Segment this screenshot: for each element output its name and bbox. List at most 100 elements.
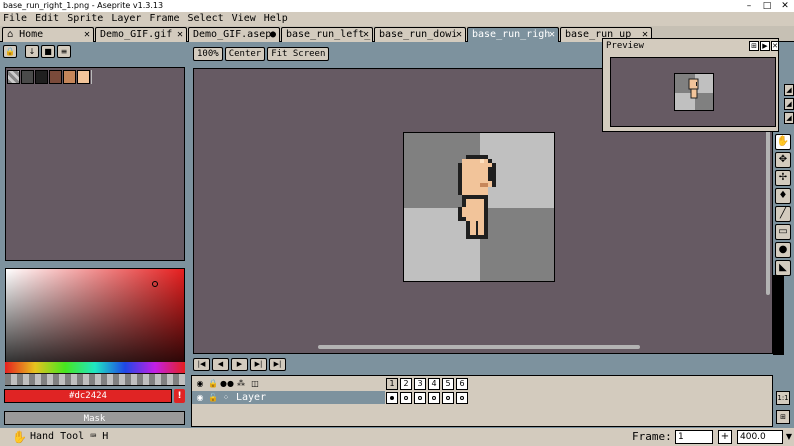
layer-row[interactable]: ◉ 🔓 ⁘ Layer [192,391,385,404]
layer-name[interactable]: Layer [236,391,266,404]
frame-header-4[interactable]: 4 [428,378,440,390]
rectangle-tool-icon[interactable]: ▭ [775,224,791,240]
preview-area[interactable] [610,57,776,127]
sort-icon[interactable]: ↓ [25,45,39,58]
menu-edit[interactable]: Edit [31,12,63,26]
tab-home[interactable]: ⌂ Home ✕ [2,27,94,42]
menu-view[interactable]: View [228,12,260,26]
unsaved-dot-icon[interactable]: ● [270,28,276,41]
preview-title: Preview [606,41,644,51]
tab-close-icon[interactable]: ✕ [456,28,462,41]
tab-base-run-down[interactable]: base_run_dowi ✕ [374,27,466,42]
minimize-icon[interactable]: – [740,0,758,12]
first-frame-icon[interactable]: |◀ [193,358,210,371]
vertical-scrollbar[interactable] [766,130,770,295]
transparent-swatch[interactable] [7,70,20,84]
warning-icon[interactable]: ! [174,389,185,403]
last-frame-icon[interactable]: ▶| [269,358,286,371]
zoom-dropdown-icon[interactable]: ▼ [784,430,794,444]
tab-demo-gif[interactable]: Demo_GIF.gif ✕ [95,27,187,42]
frame-header-3[interactable]: 3 [414,378,426,390]
tool-group-icon[interactable]: ◢ [784,98,794,110]
cel[interactable] [386,392,398,404]
layer-lock-icon[interactable]: 🔓 [207,392,219,403]
zoom-100-button[interactable]: 100% [193,47,223,61]
preview-play-icon[interactable]: ▶ [760,41,770,51]
layers-icon[interactable]: ⁂ [235,378,247,389]
sprite-canvas[interactable] [403,132,555,282]
palette-swatch[interactable] [77,70,90,84]
tab-demo-gif-aseprite[interactable]: Demo_GIF.asep ● [188,27,280,42]
hand-tool-icon[interactable]: ✋ [775,134,791,150]
blur-tool-icon[interactable]: ● [775,242,791,258]
palette-swatch[interactable] [49,70,62,84]
palette-divider [91,70,92,84]
onion-skin-icon[interactable]: ◫ [249,378,261,389]
maximize-icon[interactable]: □ [758,0,776,12]
eyedropper-icon[interactable]: ♦ [775,188,791,204]
previous-frame-icon[interactable]: ◀ [212,358,229,371]
tab-base-run-left[interactable]: base_run_left_ ✕ [281,27,373,42]
layer-continuous-icon[interactable]: ⁘ [220,392,232,403]
frame-header-6[interactable]: 6 [456,378,468,390]
palette-swatch[interactable] [63,70,76,84]
slice-tool-icon[interactable]: ✢ [775,170,791,186]
cel[interactable] [456,392,468,404]
next-frame-icon[interactable]: ▶| [250,358,267,371]
line-tool-icon[interactable]: ╱ [775,206,791,222]
color-cursor[interactable] [152,281,158,287]
alpha-slider[interactable] [5,374,185,385]
close-window-icon[interactable]: ✕ [776,0,794,12]
play-icon[interactable]: ▶ [231,358,248,371]
menu-help[interactable]: Help [260,12,292,26]
zoom-input[interactable]: 400.0 [737,430,783,444]
continuous-icon[interactable]: ●● [220,378,234,389]
frame-header-2[interactable]: 2 [400,378,412,390]
presets-icon[interactable]: ■ [41,45,55,58]
frame-header-5[interactable]: 5 [442,378,454,390]
cel[interactable] [414,392,426,404]
menu-select[interactable]: Select [184,12,228,26]
lock-icon[interactable]: 🔒 [207,378,219,389]
tab-close-icon[interactable]: ✕ [177,28,183,41]
timeline-toggle-icon[interactable]: ⊞ [776,410,790,424]
frame-input[interactable]: 1 [675,430,713,444]
tab-label: Demo_GIF.gif [100,29,173,40]
tool-group-icon[interactable]: ◢ [784,84,794,96]
tab-close-icon[interactable]: ✕ [549,28,555,41]
options-icon[interactable]: ≡ [57,45,71,58]
contour-tool-icon[interactable]: ◣ [775,260,791,276]
menu-layer[interactable]: Layer [107,12,145,26]
tab-base-run-right[interactable]: base_run_righ ✕ [467,27,559,42]
tab-close-icon[interactable]: ✕ [363,28,369,41]
fit-screen-button[interactable]: Fit Screen [267,47,330,61]
frame-header-1[interactable]: 1 [386,378,398,390]
menu-file[interactable]: File [0,12,31,26]
palette-swatch[interactable] [21,70,34,84]
tool-group-icon[interactable]: ◢ [784,112,794,124]
window-title: base_run_right_1.png - Aseprite v1.3.13 [0,0,794,12]
cel[interactable] [442,392,454,404]
preview-close-icon[interactable]: ✕ [771,41,779,51]
mask-button[interactable]: Mask [4,411,185,425]
tab-label: base_run_righ [472,29,551,40]
menu-frame[interactable]: Frame [145,12,183,26]
home-icon: ⌂ [7,29,14,40]
preview-expand-icon[interactable]: ⊞ [749,41,759,51]
lock-icon[interactable]: 🔒 [3,45,17,58]
hex-color-field[interactable]: #dc2424 [4,389,172,403]
horizontal-scrollbar[interactable] [318,345,640,349]
menu-sprite[interactable]: Sprite [63,12,107,26]
center-button[interactable]: Center [224,47,266,61]
visibility-icon[interactable]: ◉ [194,378,206,389]
layer-visibility-icon[interactable]: ◉ [194,392,206,403]
move-tool-icon[interactable]: ✥ [775,152,791,168]
zoom-toolbar: 100% Center Fit Screen [193,47,330,61]
hue-slider[interactable] [5,362,185,373]
timeline-config-icon[interactable]: 1:1 [776,391,790,405]
cel[interactable] [428,392,440,404]
add-frame-button[interactable]: + [718,430,732,444]
tab-close-icon[interactable]: ✕ [84,28,90,41]
cel[interactable] [400,392,412,404]
palette-swatch[interactable] [35,70,48,84]
